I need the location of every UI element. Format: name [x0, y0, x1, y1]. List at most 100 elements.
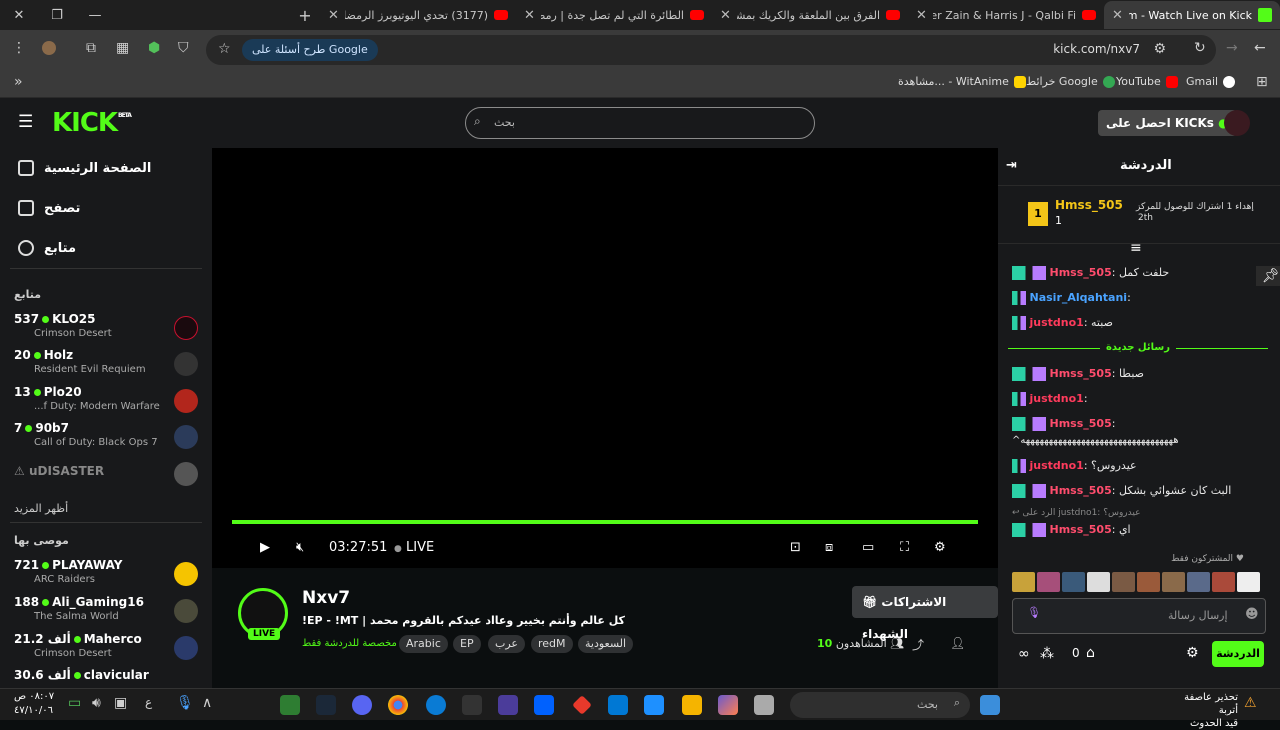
- follow-icon[interactable]: 👤︎: [950, 636, 965, 650]
- steam-icon[interactable]: [316, 695, 336, 715]
- kick-logo[interactable]: KICK BETA: [52, 108, 132, 138]
- dropbox-icon[interactable]: [534, 695, 554, 715]
- pip-icon[interactable]: ▭: [862, 540, 874, 555]
- more-bookmarks-icon[interactable]: »: [14, 74, 23, 90]
- apps-grid-icon[interactable]: ⊞: [1256, 74, 1268, 90]
- emote[interactable]: [1087, 572, 1110, 592]
- discord-icon[interactable]: [352, 695, 372, 715]
- omnibox[interactable]: ☆ طرح أسئلة على Google kick.com/nxv7 ⚙: [206, 35, 1216, 65]
- get-kicks-button[interactable]: احصل على KICKs ●: [1098, 110, 1237, 136]
- outlook-icon[interactable]: [608, 695, 628, 715]
- volume-icon[interactable]: 🔊︎: [92, 695, 101, 711]
- restore-window-icon[interactable]: ❐: [38, 8, 76, 23]
- menu-dots-icon[interactable]: ⋮: [12, 40, 26, 56]
- chat-input[interactable]: 🎙︎ إرسال رسالة ☻: [1012, 598, 1266, 634]
- close-icon[interactable]: ✕: [328, 8, 339, 23]
- windows-start-icon[interactable]: [980, 695, 1000, 715]
- bookmark-youtube[interactable]: YouTube: [1116, 75, 1178, 88]
- collapse-chat-icon[interactable]: ⇥: [1006, 158, 1017, 173]
- emote[interactable]: [1037, 572, 1060, 592]
- user-avatar[interactable]: [1224, 110, 1250, 136]
- close-icon[interactable]: ✕: [1112, 8, 1123, 23]
- shield-icon[interactable]: ⛉: [178, 40, 189, 56]
- nav-home[interactable]: الصفحة الرئيسية: [18, 160, 151, 176]
- mic-tray-icon[interactable]: 🎙︎: [176, 695, 194, 711]
- extension-icon[interactable]: ▦: [116, 40, 129, 56]
- browser-tab[interactable]: الطائرة التي لم تصل جدة | رمضان... ✕: [516, 1, 712, 29]
- back-icon[interactable]: ←: [1254, 40, 1266, 56]
- gift-subs-button[interactable]: 🎁︎ الاشتراكات الشهداء: [852, 586, 998, 641]
- tag[interactable]: Arabic: [399, 635, 448, 653]
- app-icon[interactable]: [280, 695, 300, 715]
- bookmark-gmail[interactable]: Gmail: [1186, 75, 1236, 88]
- tag[interactable]: redM: [531, 635, 573, 653]
- reload-icon[interactable]: ↻: [1194, 40, 1206, 56]
- recommended-channel[interactable]: 21.2 ألف Maherco Crimson Desert: [14, 632, 202, 668]
- tag[interactable]: السعودية: [578, 635, 634, 653]
- emote[interactable]: [1012, 572, 1035, 592]
- epic-games-icon[interactable]: [462, 695, 482, 715]
- visual-studio-icon[interactable]: [498, 695, 518, 715]
- system-clock[interactable]: ٠٨:٠٧ ص ٤٧/١٠/٠٦: [14, 690, 54, 718]
- microphone-icon[interactable]: 🎙︎: [1027, 606, 1041, 619]
- play-icon[interactable]: ▶: [260, 540, 270, 555]
- bookmark-star-icon[interactable]: ☆: [218, 41, 231, 57]
- show-hidden-icons[interactable]: ∧: [202, 695, 212, 711]
- close-icon[interactable]: ✕: [916, 8, 927, 23]
- recommended-channel[interactable]: 721 PLAYAWAY ARC Raiders: [14, 558, 202, 594]
- weather-widget[interactable]: تحذير عاصفة أتربة قيد الحدوث: [1162, 691, 1238, 730]
- emote[interactable]: [1212, 572, 1235, 592]
- extensions-icon[interactable]: ⧉: [86, 40, 96, 56]
- following-channel[interactable]: 537 KLO25 Crimson Desert: [14, 312, 202, 348]
- app-icon[interactable]: [572, 695, 592, 715]
- close-window-icon[interactable]: ✕: [0, 8, 38, 23]
- file-explorer-icon[interactable]: [682, 695, 702, 715]
- close-icon[interactable]: ✕: [720, 8, 731, 23]
- clip-icon[interactable]: ⊡: [790, 540, 801, 555]
- minimize-window-icon[interactable]: —: [76, 8, 114, 23]
- theater-mode-icon[interactable]: ⧈: [825, 540, 833, 555]
- send-chat-button[interactable]: الدردشة: [1212, 641, 1264, 667]
- app-icon[interactable]: [754, 695, 774, 715]
- emote[interactable]: [1187, 572, 1210, 592]
- emote[interactable]: [1062, 572, 1085, 592]
- chrome-icon[interactable]: [388, 695, 408, 715]
- close-icon[interactable]: ✕: [524, 8, 535, 23]
- share-icon[interactable]: ⤴: [912, 636, 924, 653]
- emoji-icon[interactable]: ☻: [1245, 607, 1259, 622]
- tag[interactable]: EP: [453, 635, 481, 653]
- kicks-icon[interactable]: ⁂: [1040, 646, 1054, 662]
- mute-icon[interactable]: 🔇︎: [296, 540, 304, 555]
- following-channel[interactable]: 20 Holz Resident Evil Requiem: [14, 348, 202, 384]
- taskbar-search[interactable]: بحث ⌕: [790, 692, 970, 718]
- browser-tab[interactable]: الفرق بين الملعقة والكريك بمشا... ✕: [712, 1, 908, 29]
- following-channel[interactable]: 7 90b7 Call of Duty: Black Ops 7: [14, 421, 202, 457]
- store-icon[interactable]: [644, 695, 664, 715]
- browser-tab[interactable]: Maher Zain & Harris J - Qalbi Fi... ✕: [908, 1, 1104, 29]
- chat-settings-icon[interactable]: ⚙: [1186, 645, 1199, 661]
- new-tab-button[interactable]: +: [290, 6, 320, 25]
- following-channel-offline[interactable]: ⚠ uDISASTER: [14, 462, 202, 500]
- browser-tab[interactable]: (3177) تحدي اليوتيوبرز الرمضاني ✕: [320, 1, 516, 29]
- stream-category[interactable]: مخصصة للدردشة فقط: [302, 638, 397, 649]
- network-icon[interactable]: ▣: [114, 695, 127, 711]
- emote[interactable]: [1237, 572, 1260, 592]
- url-text[interactable]: kick.com/nxv7: [1053, 42, 1140, 56]
- site-settings-icon[interactable]: ⚙: [1153, 41, 1166, 57]
- bookmark-witanime[interactable]: مشاهدة... - WitAnime: [898, 75, 1026, 88]
- emote[interactable]: [1112, 572, 1135, 592]
- tag[interactable]: عرب: [488, 635, 525, 653]
- store-icon[interactable]: ⌂: [1086, 645, 1095, 661]
- input-language[interactable]: ع: [145, 695, 152, 709]
- battery-icon[interactable]: ▭: [68, 695, 81, 711]
- hamburger-menu-icon[interactable]: ☰: [18, 112, 33, 132]
- expand-leaderboard-icon[interactable]: ≡: [1130, 240, 1142, 256]
- profile-avatar[interactable]: [42, 41, 56, 55]
- fullscreen-icon[interactable]: ⛶: [900, 540, 909, 555]
- video-player[interactable]: ▶ 🔇︎ 03:27:51 ● LIVE ⊡ ⧈ ▭ ⛶ ⚙: [212, 148, 998, 568]
- show-more-link[interactable]: أظهر المزيد: [14, 502, 68, 515]
- search-input[interactable]: ⌕ بحث: [465, 107, 815, 139]
- settings-gear-icon[interactable]: ⚙: [934, 540, 946, 555]
- following-channel[interactable]: 13 Plo20 ...f Duty: Modern Warfare: [14, 385, 202, 421]
- edge-icon[interactable]: [426, 695, 446, 715]
